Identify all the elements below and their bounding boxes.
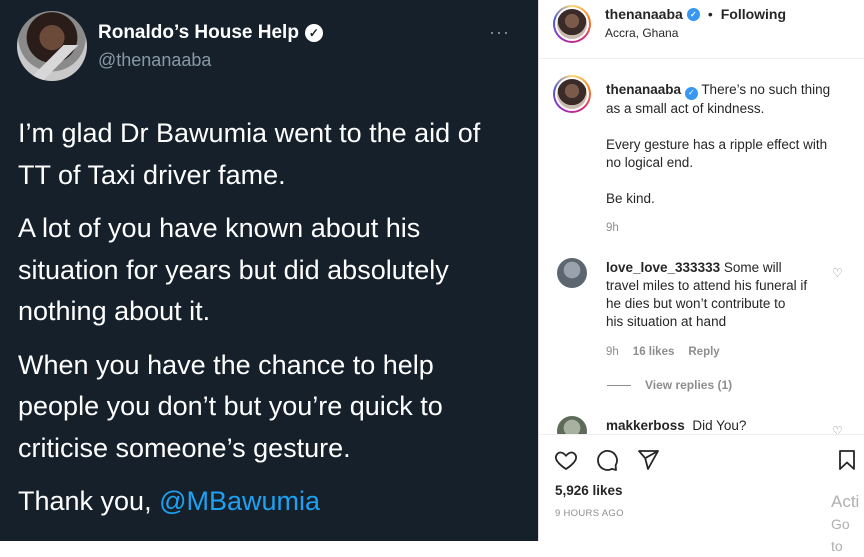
share-icon[interactable]	[635, 447, 661, 473]
following-button[interactable]: Following	[721, 6, 786, 22]
verified-badge-icon: ✓	[684, 86, 698, 100]
post-header: thenanaaba ✓ • Following Accra, Ghana	[539, 0, 864, 59]
comment-likes[interactable]: 16 likes	[633, 346, 675, 358]
watermark-line: Go to	[831, 516, 850, 554]
comment-text: Did You?	[692, 418, 747, 433]
caption-line: thenanaaba ✓ There’s no such thing	[606, 81, 846, 100]
tweet-display-name[interactable]: Ronaldo’s House Help	[98, 22, 299, 44]
caption-username[interactable]: thenanaaba	[606, 82, 681, 97]
watermark-line: Acti	[831, 492, 860, 511]
verified-badge-icon: ✓	[686, 7, 700, 21]
tweet-author[interactable]: Ronaldo’s House Help ✓	[98, 22, 323, 44]
post-actions: 5,926 likes 9 HOURS AGO Acti Go to	[539, 434, 864, 554]
caption-text: as a small act of kindness.	[606, 100, 765, 116]
heart-icon[interactable]	[553, 447, 579, 473]
activation-watermark: Acti Go to	[831, 491, 864, 557]
header-user-row: thenanaaba ✓ • Following	[605, 6, 786, 22]
tweet-card: Ronaldo’s House Help ✓ @thenanaaba ··· I…	[0, 0, 538, 541]
comment-text: travel miles to attend his funeral if	[606, 278, 808, 293]
comment-like-icon[interactable]: ♡	[832, 266, 843, 280]
bookmark-icon[interactable]	[834, 447, 860, 473]
caption-time[interactable]: 9h	[606, 222, 619, 234]
post-location[interactable]: Accra, Ghana	[605, 26, 678, 40]
tweet-paragraph: When you have the chance to help people …	[18, 349, 443, 463]
commenter-avatar[interactable]	[557, 416, 587, 434]
instagram-post-panel: thenanaaba ✓ • Following Accra, Ghana th…	[538, 0, 864, 554]
caption-text: no logical end.	[606, 154, 694, 170]
comment-text: his situation at hand	[606, 314, 727, 329]
comment-meta: 9h 16 likes Reply	[606, 346, 720, 358]
view-replies-button[interactable]: View replies (1)	[607, 378, 732, 392]
comment-username[interactable]: makkerboss	[606, 418, 685, 433]
comment-like-icon[interactable]: ♡	[832, 424, 843, 434]
caption-text: Be kind.	[606, 190, 655, 206]
tweet-avatar[interactable]	[17, 11, 87, 81]
verified-badge-icon: ✓	[304, 24, 323, 42]
header-avatar[interactable]	[553, 5, 591, 43]
reply-button[interactable]: Reply	[688, 346, 719, 358]
comment: love_love_333333 Some will travel miles …	[606, 259, 831, 331]
tweet-paragraph: I’m glad Dr Bawumia went to the aid of T…	[18, 118, 481, 190]
comment-time[interactable]: 9h	[606, 346, 619, 358]
caption-text: There’s no such thing	[701, 82, 831, 97]
comment-icon[interactable]	[594, 447, 620, 473]
tweet-body: I’m glad Dr Bawumia went to the aid of T…	[18, 113, 518, 535]
comment-username[interactable]: love_love_333333	[606, 260, 720, 275]
caption: thenanaaba ✓ There’s no such thing as a …	[606, 81, 846, 208]
likes-count[interactable]: 5,926 likes	[555, 483, 623, 498]
comment: makkerboss Did You?	[606, 417, 831, 434]
tweet-paragraph: A lot of you have known about his situat…	[18, 213, 449, 326]
tweet-closing-text: Thank you,	[18, 486, 160, 516]
more-options-icon[interactable]: ···	[489, 22, 510, 43]
comment-text: he dies but won’t contribute to	[606, 296, 786, 311]
separator-dot: •	[707, 6, 713, 22]
caption-avatar[interactable]	[553, 75, 591, 113]
commenter-avatar[interactable]	[557, 258, 587, 288]
comments-section: thenanaaba ✓ There’s no such thing as a …	[539, 59, 864, 434]
comment-text: Some will	[723, 260, 782, 275]
tweet-closing: Thank you, @MBawumia	[18, 481, 518, 523]
tweet-handle[interactable]: @thenanaaba	[98, 50, 211, 71]
mention-link[interactable]: @MBawumia	[159, 486, 320, 516]
header-username[interactable]: thenanaaba	[605, 6, 683, 22]
caption-text: Every gesture has a ripple effect with	[606, 136, 828, 152]
post-time[interactable]: 9 HOURS AGO	[555, 508, 624, 519]
